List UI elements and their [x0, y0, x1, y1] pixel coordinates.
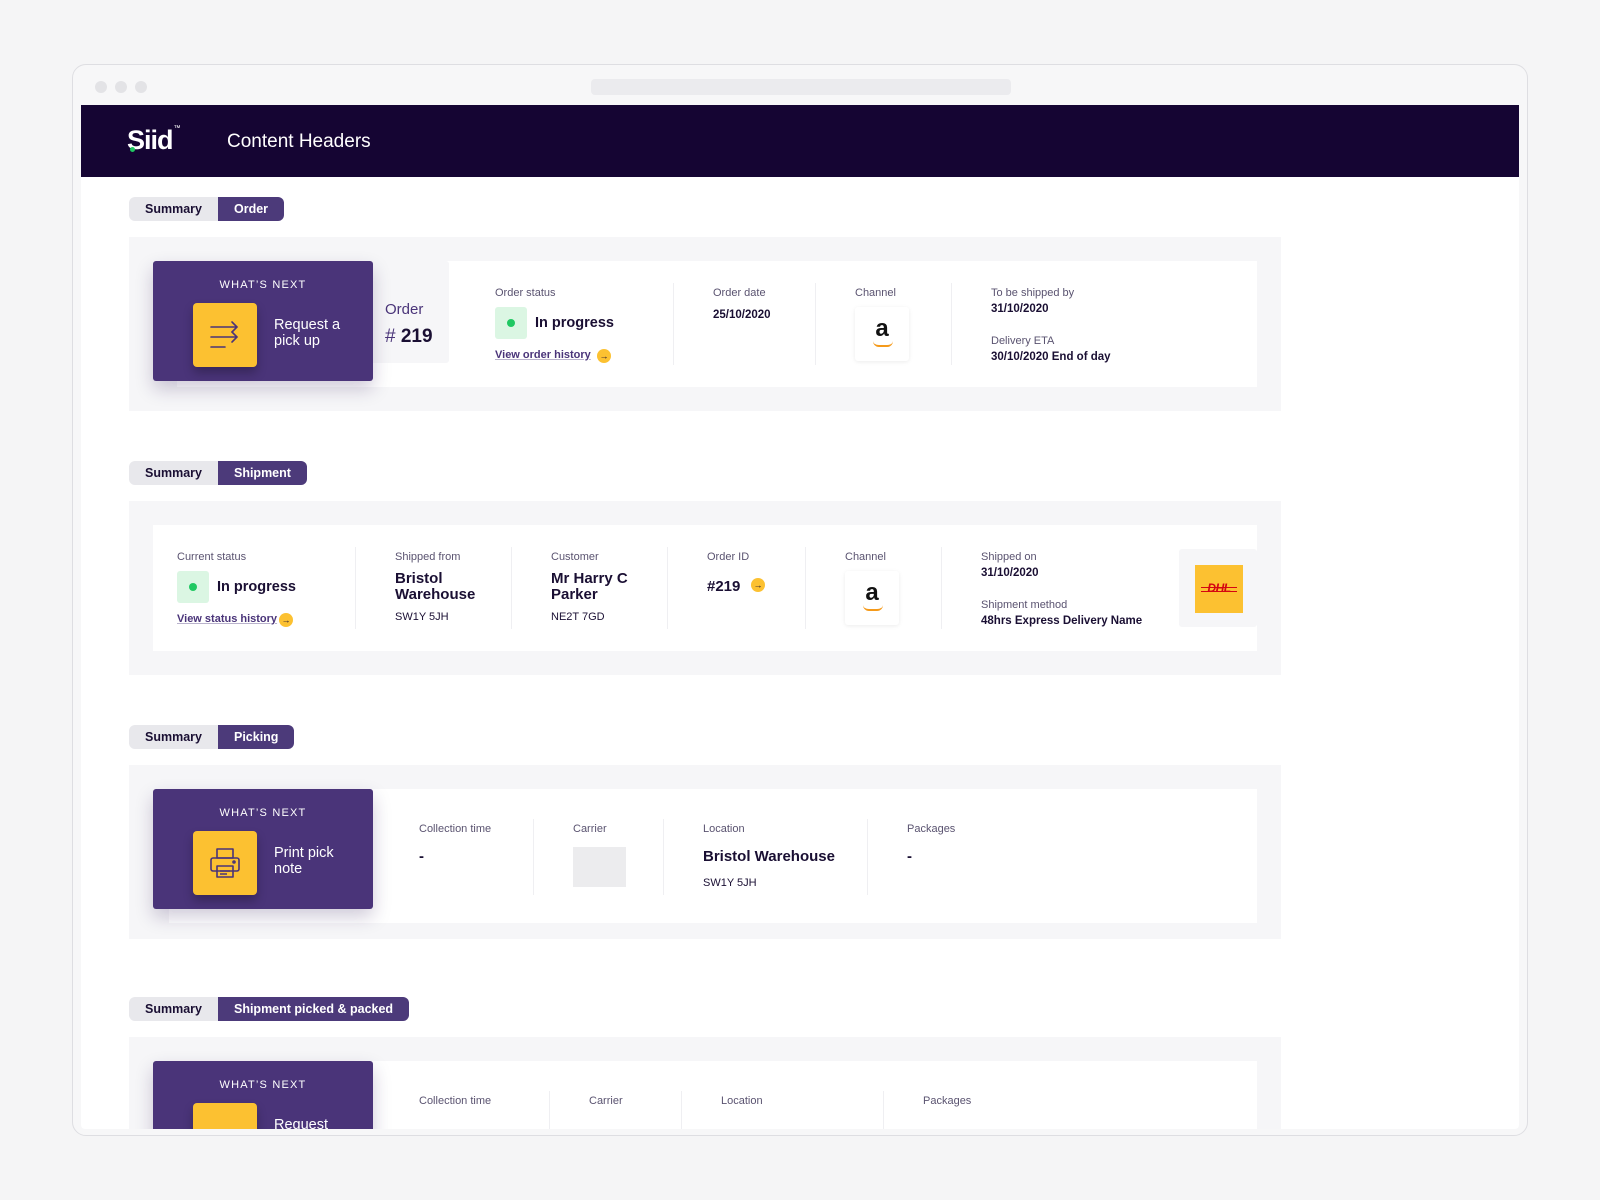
- order-id-value[interactable]: #219: [707, 579, 740, 595]
- carrier-logo-placeholder: [573, 847, 626, 887]
- window-minimize-dot[interactable]: [115, 81, 127, 93]
- app-header: Siid™ Content Headers: [81, 105, 1519, 177]
- packages-value: -: [907, 848, 912, 865]
- shipped-on-value: 31/10/2020: [981, 567, 1039, 579]
- whats-next-card[interactable]: WHAT’S NEXT Request a pick up: [153, 261, 373, 381]
- whats-next-action: Request a pick up: [274, 317, 341, 349]
- shipped-on-label: Shipped on: [981, 551, 1037, 563]
- carrier-label: Carrier: [589, 1095, 623, 1107]
- shipment-header-card: [153, 525, 1257, 651]
- whats-next-card[interactable]: WHAT’S NEXT Print pick note: [153, 789, 373, 909]
- shipped-from-label: Shipped from: [395, 551, 461, 563]
- collection-time-label: Collection time: [419, 823, 492, 835]
- status-dot-icon: [495, 307, 527, 339]
- page-viewport: Siid™ Content Headers Summary Order WHAT…: [81, 105, 1519, 1129]
- printer-icon: [193, 831, 257, 895]
- tab-summary[interactable]: Summary: [129, 461, 218, 485]
- tab-summary[interactable]: Summary: [129, 997, 218, 1021]
- browser-toolbar: [73, 65, 1527, 105]
- tab-shipment-picked-packed[interactable]: Shipment picked & packed: [217, 997, 410, 1021]
- arrow-right-icon[interactable]: →: [597, 349, 611, 363]
- packages-label: Packages: [907, 823, 956, 835]
- location-label: Location: [721, 1095, 763, 1107]
- whats-next-card[interactable]: WHAT’S NEXT Request: [153, 1061, 373, 1129]
- shipped-from-name: Bristol Warehouse: [395, 570, 476, 603]
- order-date-value: 25/10/2020: [713, 309, 771, 321]
- collection-time-value: -: [419, 848, 424, 865]
- packed-tabs: Summary Shipment picked & packed: [129, 997, 410, 1021]
- order-tabs: Summary Order: [129, 197, 285, 221]
- amazon-logo-icon: a: [855, 307, 909, 361]
- carrier-logo-box: DHL: [1179, 549, 1257, 627]
- tab-summary[interactable]: Summary: [129, 725, 218, 749]
- browser-window: Siid™ Content Headers Summary Order WHAT…: [72, 64, 1528, 1136]
- view-order-history-link[interactable]: View order history: [495, 349, 591, 361]
- shipment-tabs: Summary Shipment: [129, 461, 307, 485]
- printer-icon: [193, 1103, 257, 1129]
- order-number: # 219: [385, 326, 433, 347]
- picking-header-section: WHAT’S NEXT Print pick note Collection t…: [129, 765, 1281, 939]
- collection-time-label: Collection time: [419, 1095, 492, 1107]
- carrier-label: Carrier: [573, 823, 607, 835]
- shipment-method-label: Shipment method: [981, 599, 1068, 611]
- delivery-eta-label: Delivery ETA: [991, 335, 1055, 347]
- status-dot-icon: [177, 571, 209, 603]
- order-id-label: Order ID: [707, 551, 750, 563]
- tab-picking[interactable]: Picking: [217, 725, 295, 749]
- order-status-value: In progress: [535, 315, 614, 331]
- window-maximize-dot[interactable]: [135, 81, 147, 93]
- tab-order[interactable]: Order: [217, 197, 285, 221]
- customer-name: Mr Harry C Parker: [551, 570, 628, 603]
- arrow-right-icon[interactable]: →: [279, 613, 293, 627]
- window-close-dot[interactable]: [95, 81, 107, 93]
- whats-next-action: Request: [274, 1117, 329, 1129]
- packed-header-section: WHAT’S NEXT Request Collection time Carr…: [129, 1037, 1281, 1129]
- tab-summary[interactable]: Summary: [129, 197, 218, 221]
- order-number-box: Order # 219: [369, 261, 449, 363]
- siid-logo[interactable]: Siid™: [127, 125, 181, 156]
- customer-label: Customer: [551, 551, 599, 563]
- ship-by-label: To be shipped by: [991, 287, 1075, 299]
- order-status-label: Order status: [495, 287, 556, 299]
- amazon-logo-icon: a: [845, 571, 899, 625]
- picking-tabs: Summary Picking: [129, 725, 295, 749]
- shipped-from-postcode: SW1Y 5JH: [395, 611, 449, 623]
- arrow-right-icon[interactable]: →: [751, 578, 765, 592]
- location-label: Location: [703, 823, 745, 835]
- order-date-label: Order date: [713, 287, 766, 299]
- customer-postcode: NE2T 7GD: [551, 611, 605, 623]
- current-status-value: In progress: [217, 579, 296, 595]
- location-value: Bristol Warehouse: [703, 848, 835, 865]
- packages-label: Packages: [923, 1095, 972, 1107]
- page-title: Content Headers: [227, 131, 371, 152]
- channel-label: Channel: [855, 287, 896, 299]
- ship-by-value: 31/10/2020: [991, 303, 1049, 315]
- delivery-eta-value: 30/10/2020 End of day: [991, 351, 1111, 363]
- channel-label: Channel: [845, 551, 886, 563]
- address-bar[interactable]: [591, 79, 1011, 95]
- shipment-method-value: 48hrs Express Delivery Name: [981, 615, 1143, 627]
- whats-next-action: Print pick note: [274, 845, 334, 877]
- shipment-header-section: Current status In progress View status h…: [129, 501, 1281, 675]
- order-header-section: WHAT’S NEXT Request a pick up Order # 21…: [129, 237, 1281, 411]
- location-postcode: SW1Y 5JH: [703, 877, 757, 889]
- tab-shipment[interactable]: Shipment: [217, 461, 307, 485]
- dhl-logo-icon: DHL: [1195, 565, 1243, 613]
- current-status-label: Current status: [177, 551, 247, 563]
- view-status-history-link[interactable]: View status history: [177, 613, 277, 625]
- arrows-icon: [193, 303, 257, 367]
